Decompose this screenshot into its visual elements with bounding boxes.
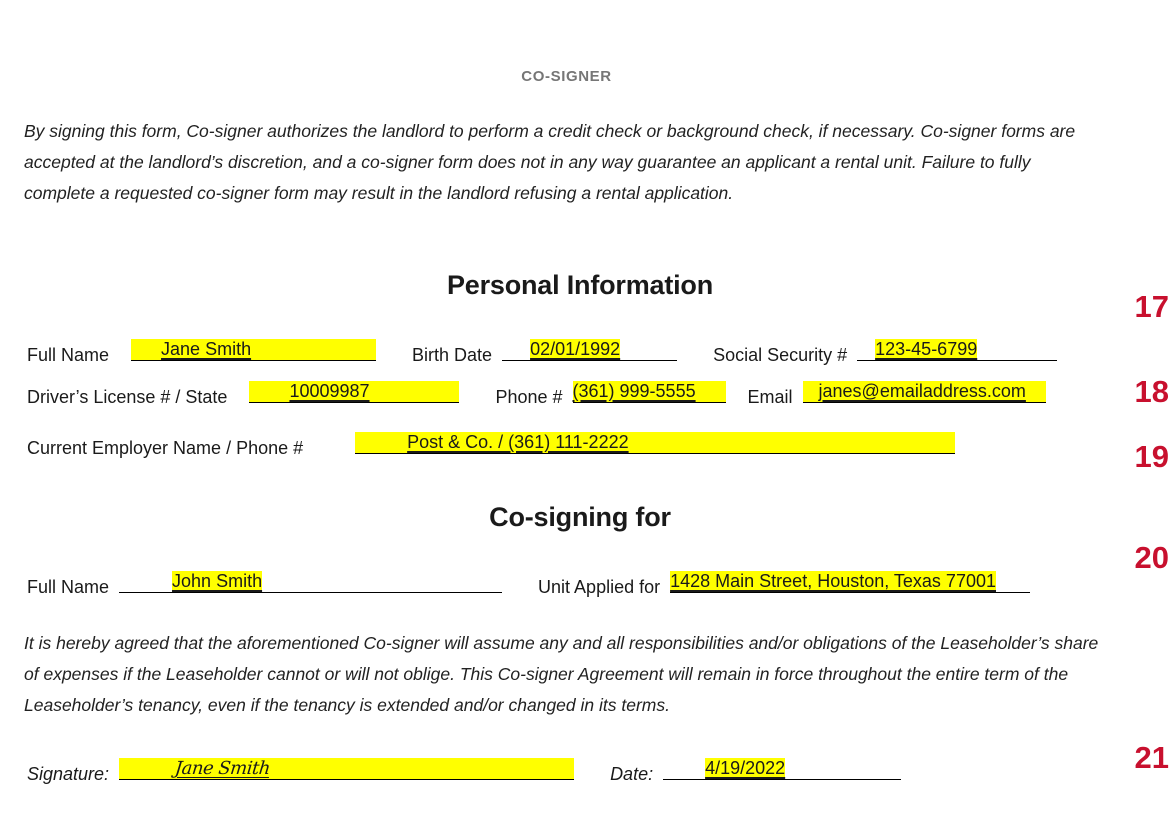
signature-value: Jane Smith bbox=[173, 758, 272, 779]
document-header-title: CO-SIGNER bbox=[521, 68, 612, 85]
drivers-license-field[interactable]: 10009987 bbox=[249, 381, 460, 403]
social-security-field[interactable]: 123-45-6799 bbox=[857, 339, 1058, 361]
signature-field[interactable]: Jane Smith bbox=[119, 758, 575, 780]
margin-number-21: 21 bbox=[1134, 740, 1169, 775]
email-label: Email bbox=[747, 387, 793, 407]
cosigning-full-name-label: Full Name bbox=[27, 577, 110, 597]
birth-date-label: Birth Date bbox=[412, 345, 493, 365]
drivers-license-label: Driver’s License # / State bbox=[27, 387, 228, 407]
social-security-value: 123-45-6799 bbox=[875, 339, 978, 360]
unit-applied-for-field[interactable]: 1428 Main Street, Houston, Texas 77001 bbox=[670, 571, 1031, 593]
date-value: 4/19/2022 bbox=[705, 758, 786, 779]
social-security-label: Social Security # bbox=[713, 345, 848, 365]
agreement-paragraph: It is hereby agreed that the aforementio… bbox=[24, 633, 1099, 715]
section-heading-personal-information: Personal Information bbox=[446, 270, 714, 300]
birth-date-field[interactable]: 02/01/1992 bbox=[502, 339, 678, 361]
phone-value: (361) 999-5555 bbox=[572, 381, 696, 401]
margin-number-17: 17 bbox=[1134, 289, 1169, 324]
date-field[interactable]: 4/19/2022 bbox=[663, 758, 902, 780]
personal-info-row-1: Full Name Jane Smith Birth Date 02/01/19… bbox=[27, 339, 1058, 366]
employer-label: Current Employer Name / Phone # bbox=[27, 438, 304, 458]
signature-label: Signature: bbox=[27, 764, 110, 784]
cosigning-full-name-value: John Smith bbox=[172, 571, 263, 592]
unit-applied-for-value: 1428 Main Street, Houston, Texas 77001 bbox=[670, 571, 996, 592]
co-signing-for-row: Full Name John Smith Unit Applied for 14… bbox=[27, 571, 1031, 598]
full-name-field[interactable]: Jane Smith bbox=[131, 339, 377, 361]
section-heading-co-signing-for: Co-signing for bbox=[489, 502, 671, 532]
personal-info-row-3: Current Employer Name / Phone # Post & C… bbox=[27, 432, 956, 459]
personal-info-row-2: Driver’s License # / State 10009987 Phon… bbox=[27, 381, 1046, 408]
email-value: janes@emailaddress.com bbox=[818, 381, 1026, 401]
full-name-value: Jane Smith bbox=[161, 339, 252, 359]
employer-value: Post & Co. / (361) 111-2222 bbox=[407, 432, 629, 452]
document-page: CO-SIGNER By signing this form, Co-signe… bbox=[0, 0, 1173, 823]
signature-row: Signature: Jane Smith Date: 4/19/2022 bbox=[27, 758, 902, 785]
margin-number-19: 19 bbox=[1134, 439, 1169, 474]
cosigning-full-name-field[interactable]: John Smith bbox=[119, 571, 503, 593]
birth-date-value: 02/01/1992 bbox=[530, 339, 621, 360]
full-name-label: Full Name bbox=[27, 345, 110, 365]
employer-field[interactable]: Post & Co. / (361) 111-2222 bbox=[355, 432, 956, 454]
drivers-license-value: 10009987 bbox=[289, 381, 370, 401]
intro-paragraph: By signing this form, Co-signer authoriz… bbox=[24, 121, 1076, 203]
date-label: Date: bbox=[610, 764, 654, 784]
phone-label: Phone # bbox=[495, 387, 563, 407]
unit-applied-for-label: Unit Applied for bbox=[538, 577, 661, 597]
margin-number-20: 20 bbox=[1134, 540, 1169, 575]
email-field[interactable]: janes@emailaddress.com bbox=[802, 381, 1046, 403]
phone-field[interactable]: (361) 999-5555 bbox=[572, 381, 726, 403]
margin-number-18: 18 bbox=[1134, 374, 1169, 409]
